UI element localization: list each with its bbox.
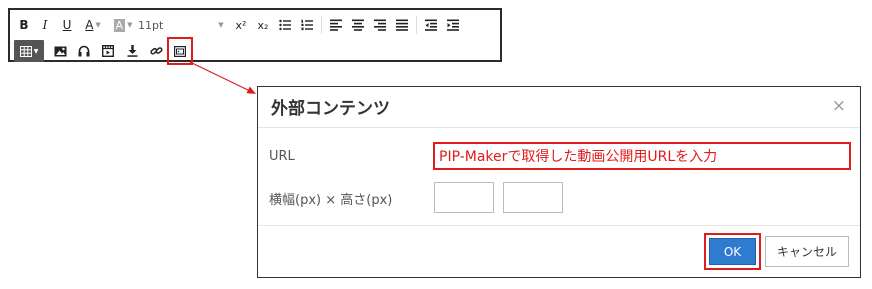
bullet-list-icon <box>279 19 291 31</box>
insert-file-button[interactable] <box>120 40 144 62</box>
embed-icon <box>174 45 186 57</box>
chevron-down-icon: ▼ <box>95 21 101 29</box>
italic-button[interactable]: I <box>34 14 56 36</box>
external-content-button[interactable] <box>167 37 193 65</box>
dialog-header: 外部コンテンツ × <box>258 87 860 128</box>
insert-link-button[interactable] <box>144 40 168 62</box>
toolbar-row-formatting: B I U A ▼ A ▼ 11pt ▼ x² x₂ <box>14 14 464 36</box>
outdent-button[interactable] <box>420 14 442 36</box>
external-content-dialog: 外部コンテンツ × URL 横幅(px) × 高さ(px) OK キャンセル <box>257 86 861 278</box>
size-label: 横幅(px) × 高さ(px) <box>269 193 393 208</box>
align-center-icon <box>352 19 364 31</box>
background-color-label: A <box>113 18 126 32</box>
font-color-button[interactable]: A ▼ <box>78 14 108 36</box>
headphones-icon <box>78 45 90 57</box>
chevron-down-icon: ▼ <box>33 47 39 55</box>
align-left-icon <box>330 19 342 31</box>
height-input[interactable] <box>503 182 563 213</box>
indent-button[interactable] <box>442 14 464 36</box>
image-icon <box>54 46 66 56</box>
background-color-button[interactable]: A ▼ <box>108 14 138 36</box>
bullet-list-button[interactable] <box>274 14 296 36</box>
url-label: URL <box>269 149 295 164</box>
numbered-list-button[interactable] <box>296 14 318 36</box>
close-icon[interactable]: × <box>832 96 846 116</box>
download-icon <box>127 45 137 57</box>
font-size-dropdown-button[interactable]: ▼ <box>210 14 230 36</box>
table-icon <box>19 45 32 57</box>
outdent-icon <box>425 19 437 31</box>
ok-button-highlight: OK <box>704 233 761 270</box>
subscript-button[interactable]: x₂ <box>252 14 274 36</box>
align-justify-icon <box>396 19 408 31</box>
align-right-button[interactable] <box>369 14 391 36</box>
indent-icon <box>447 19 459 31</box>
align-center-button[interactable] <box>347 14 369 36</box>
underline-button[interactable]: U <box>56 14 78 36</box>
insert-table-button[interactable]: ▼ <box>14 40 44 62</box>
editor-toolbar: B I U A ▼ A ▼ 11pt ▼ x² x₂ ▼ <box>8 8 502 65</box>
video-icon <box>102 45 114 57</box>
toolbar-row-insert: ▼ <box>14 37 193 65</box>
font-size-select[interactable]: 11pt <box>138 14 210 36</box>
align-right-icon <box>374 19 386 31</box>
align-left-button[interactable] <box>325 14 347 36</box>
font-color-label: A <box>85 18 94 32</box>
chevron-down-icon: ▼ <box>218 21 224 29</box>
cancel-button[interactable]: キャンセル <box>765 236 849 267</box>
link-icon <box>149 47 163 55</box>
align-justify-button[interactable] <box>391 14 413 36</box>
bold-button[interactable]: B <box>14 14 34 36</box>
dialog-title: 外部コンテンツ <box>271 99 390 119</box>
toolbar-divider <box>321 16 322 34</box>
font-size-value: 11pt <box>138 18 164 32</box>
ok-button[interactable]: OK <box>709 238 756 265</box>
insert-audio-button[interactable] <box>72 40 96 62</box>
insert-image-button[interactable] <box>48 40 72 62</box>
numbered-list-icon <box>301 19 313 31</box>
insert-video-button[interactable] <box>96 40 120 62</box>
toolbar-divider <box>416 16 417 34</box>
chevron-down-icon: ▼ <box>127 21 133 29</box>
url-input[interactable] <box>433 142 851 170</box>
width-input[interactable] <box>434 182 494 213</box>
superscript-button[interactable]: x² <box>230 14 252 36</box>
